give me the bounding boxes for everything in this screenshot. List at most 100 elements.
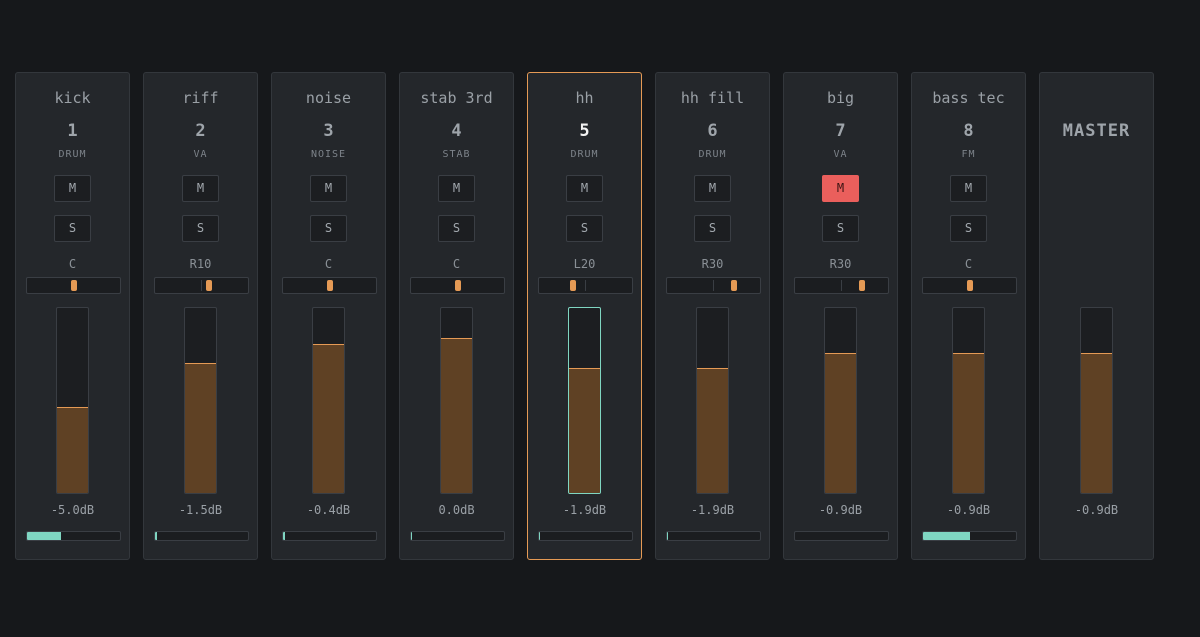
channel-number: 2 bbox=[195, 121, 206, 141]
channel-number: 6 bbox=[707, 121, 718, 141]
solo-button[interactable]: S bbox=[566, 215, 603, 242]
pan-slider[interactable] bbox=[922, 277, 1017, 294]
channel-strip[interactable]: big 7 VA M S R30 -0.9dB bbox=[783, 72, 898, 560]
mute-button[interactable]: M bbox=[950, 175, 987, 202]
mute-button[interactable]: M bbox=[566, 175, 603, 202]
mute-button[interactable]: M bbox=[822, 175, 859, 202]
channel-number: 3 bbox=[323, 121, 334, 141]
channel-strip[interactable]: hh fill 6 DRUM M S R30 -1.9dB bbox=[655, 72, 770, 560]
level-meter bbox=[154, 531, 249, 541]
channel-name[interactable]: big bbox=[784, 89, 897, 107]
mute-button[interactable]: M bbox=[310, 175, 347, 202]
db-readout: -0.9dB bbox=[818, 503, 863, 517]
channel-strip[interactable]: kick 1 DRUM M S C -5.0dB bbox=[15, 72, 130, 560]
pan-slider[interactable] bbox=[282, 277, 377, 294]
pan-value: C bbox=[964, 257, 973, 271]
channel-name[interactable]: stab 3rd bbox=[400, 89, 513, 107]
mute-button[interactable]: M bbox=[694, 175, 731, 202]
solo-button[interactable]: S bbox=[182, 215, 219, 242]
pan-center-mark bbox=[585, 280, 586, 291]
master-fader[interactable] bbox=[1080, 307, 1113, 494]
channel-number: 4 bbox=[451, 121, 462, 141]
pan-knob[interactable] bbox=[967, 280, 973, 291]
channel-type: DRUM bbox=[570, 149, 599, 160]
channel-name[interactable]: noise bbox=[272, 89, 385, 107]
pan-slider[interactable] bbox=[26, 277, 121, 294]
level-meter bbox=[666, 531, 761, 541]
fader-fill bbox=[1081, 353, 1112, 493]
db-readout: -1.9dB bbox=[562, 503, 607, 517]
pan-slider[interactable] bbox=[794, 277, 889, 294]
fader-fill bbox=[313, 344, 344, 493]
level-meter-fill bbox=[155, 532, 157, 540]
solo-button[interactable]: S bbox=[822, 215, 859, 242]
channel-strip[interactable]: stab 3rd 4 STAB M S C 0.0dB bbox=[399, 72, 514, 560]
pan-knob[interactable] bbox=[569, 280, 576, 291]
level-meter-fill bbox=[283, 532, 285, 540]
channel-number: 8 bbox=[963, 121, 974, 141]
pan-knob[interactable] bbox=[205, 280, 212, 291]
channel-number: 7 bbox=[835, 121, 846, 141]
channel-type: DRUM bbox=[698, 149, 727, 160]
volume-fader[interactable] bbox=[824, 307, 857, 494]
pan-slider[interactable] bbox=[410, 277, 505, 294]
pan-center-mark bbox=[841, 280, 842, 291]
solo-button[interactable]: S bbox=[310, 215, 347, 242]
pan-slider[interactable] bbox=[666, 277, 761, 294]
pan-slider[interactable] bbox=[538, 277, 633, 294]
level-meter-fill bbox=[667, 532, 668, 540]
master-strip[interactable]: MASTER -0.9dB bbox=[1039, 72, 1154, 560]
db-readout: -0.9dB bbox=[946, 503, 991, 517]
channel-type: DRUM bbox=[58, 149, 87, 160]
pan-knob[interactable] bbox=[730, 280, 737, 291]
pan-slider[interactable] bbox=[154, 277, 249, 294]
mute-button[interactable]: M bbox=[438, 175, 475, 202]
volume-fader[interactable] bbox=[56, 307, 89, 494]
channel-number: 5 bbox=[579, 121, 590, 141]
pan-knob[interactable] bbox=[858, 280, 865, 291]
pan-value: C bbox=[68, 257, 77, 271]
volume-fader[interactable] bbox=[568, 307, 601, 494]
fader-fill bbox=[569, 368, 600, 493]
channel-type: VA bbox=[193, 149, 208, 160]
volume-fader[interactable] bbox=[696, 307, 729, 494]
pan-value: C bbox=[324, 257, 333, 271]
channel-name[interactable]: riff bbox=[144, 89, 257, 107]
level-meter bbox=[922, 531, 1017, 541]
channel-name[interactable]: kick bbox=[16, 89, 129, 107]
pan-knob[interactable] bbox=[327, 280, 333, 291]
level-meter-fill bbox=[539, 532, 540, 540]
db-readout: -5.0dB bbox=[50, 503, 95, 517]
mute-button[interactable]: M bbox=[182, 175, 219, 202]
db-readout: -0.4dB bbox=[306, 503, 351, 517]
level-meter bbox=[794, 531, 889, 541]
channel-strip[interactable]: noise 3 NOISE M S C -0.4dB bbox=[271, 72, 386, 560]
channel-name[interactable]: hh fill bbox=[656, 89, 769, 107]
solo-button[interactable]: S bbox=[54, 215, 91, 242]
volume-fader[interactable] bbox=[952, 307, 985, 494]
pan-center-mark bbox=[713, 280, 714, 291]
channel-strip[interactable]: riff 2 VA M S R10 -1.5dB bbox=[143, 72, 258, 560]
fader-fill bbox=[185, 362, 216, 493]
pan-knob[interactable] bbox=[71, 280, 77, 291]
volume-fader[interactable] bbox=[440, 307, 473, 494]
channel-name[interactable]: bass tec bbox=[912, 89, 1025, 107]
pan-knob[interactable] bbox=[455, 280, 461, 291]
volume-fader[interactable] bbox=[184, 307, 217, 494]
solo-button[interactable]: S bbox=[438, 215, 475, 242]
solo-button[interactable]: S bbox=[950, 215, 987, 242]
volume-fader[interactable] bbox=[312, 307, 345, 494]
level-meter bbox=[282, 531, 377, 541]
channel-name[interactable]: hh bbox=[528, 89, 641, 107]
level-meter-fill bbox=[411, 532, 412, 540]
channel-strip[interactable]: bass tec 8 FM M S C -0.9dB bbox=[911, 72, 1026, 560]
mute-button[interactable]: M bbox=[54, 175, 91, 202]
pan-value: L20 bbox=[573, 257, 596, 271]
db-readout: -1.5dB bbox=[178, 503, 223, 517]
pan-value: R30 bbox=[701, 257, 724, 271]
fader-fill bbox=[441, 338, 472, 493]
solo-button[interactable]: S bbox=[694, 215, 731, 242]
channel-type: VA bbox=[833, 149, 848, 160]
channel-strip[interactable]: hh 5 DRUM M S L20 -1.9dB bbox=[527, 72, 642, 560]
pan-center-mark bbox=[201, 280, 202, 291]
